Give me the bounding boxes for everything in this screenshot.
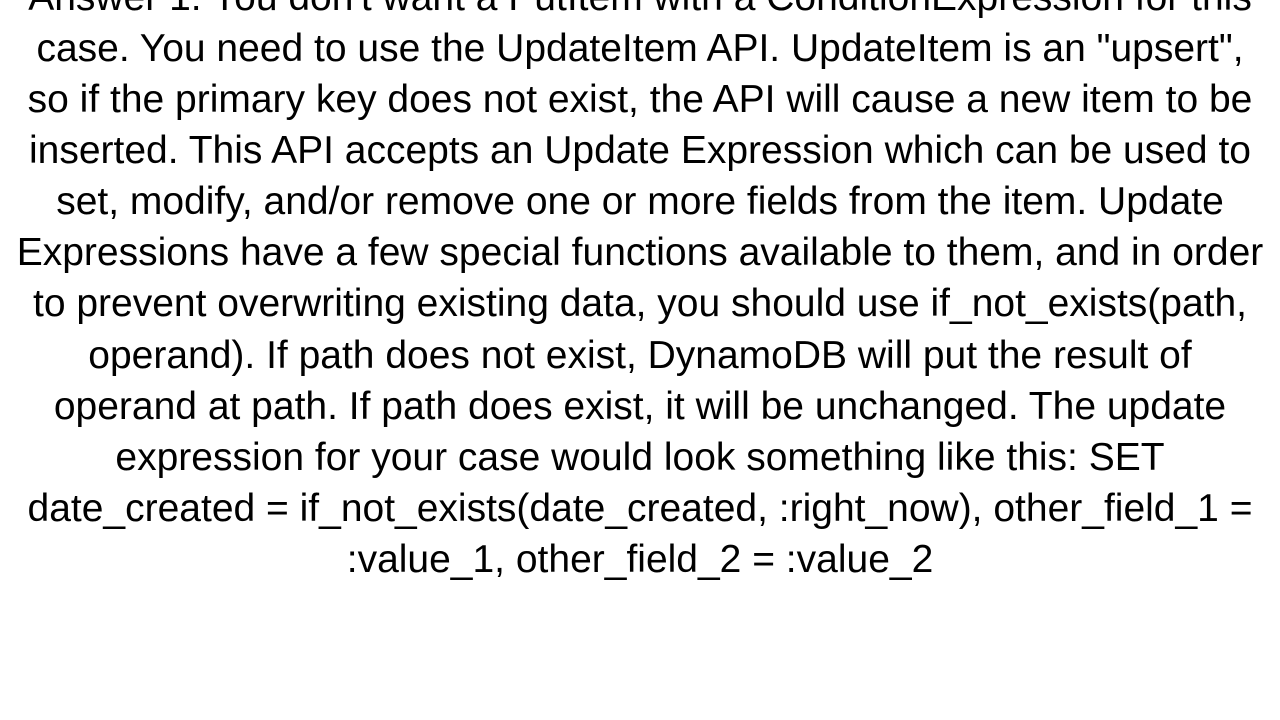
- answer-content: Answer 1: You don't want a PutItem with …: [0, 0, 1280, 613]
- answer-text: Answer 1: You don't want a PutItem with …: [15, 0, 1265, 585]
